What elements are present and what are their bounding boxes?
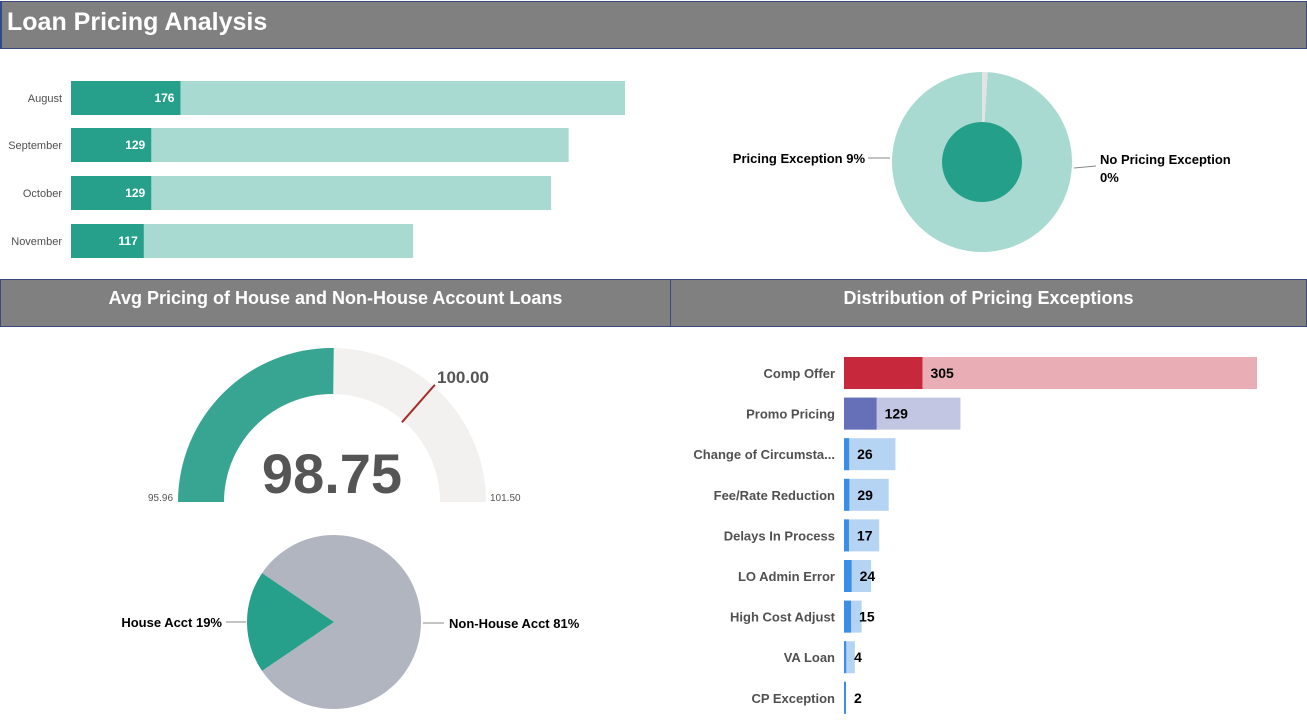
month-value-label: 129	[125, 186, 145, 200]
exception-category-label: Delays In Process	[724, 528, 835, 543]
exception-base-bar[interactable]	[844, 478, 850, 511]
exception-base-bar[interactable]	[844, 560, 852, 592]
exception-category-label: LO Admin Error	[738, 569, 835, 584]
exception-value-label: 26	[857, 446, 873, 462]
exception-base-bar[interactable]	[844, 438, 850, 471]
exception-category-label: Fee/Rate Reduction	[714, 488, 835, 503]
exception-value-label: 4	[854, 649, 862, 665]
gauge-target-label: 100.00	[437, 368, 489, 387]
exception-value-label: 29	[857, 487, 873, 503]
exception-value-label: 15	[859, 609, 875, 625]
month-value-label: 176	[154, 91, 174, 105]
month-label: September	[8, 140, 62, 152]
exception-base-bar[interactable]	[844, 641, 847, 674]
pricing-exception-pie[interactable]: Pricing Exception 9% No Pricing Exception…	[671, 0, 1307, 279]
house-acct-label: House Acct 19%	[121, 615, 222, 630]
month-label: November	[11, 236, 62, 248]
no-pricing-exception-pct: 0%	[1100, 170, 1119, 185]
gauge-min-label: 95.96	[148, 493, 173, 504]
exception-base-bar[interactable]	[844, 357, 923, 389]
distribution-section-title: Distribution of Pricing Exceptions	[843, 288, 1134, 308]
exception-category-label: Change of Circumsta...	[693, 447, 835, 462]
exception-category-label: CP Exception	[751, 691, 835, 706]
pricing-exception-inner[interactable]	[942, 122, 1022, 202]
exception-value-label: 24	[860, 568, 876, 584]
monthly-bar-chart[interactable]: August 176 September 129 October 129 November 1…	[0, 0, 671, 279]
leader-line	[1073, 165, 1097, 169]
gauge-max-label: 101.50	[490, 493, 521, 504]
month-value-label: 117	[118, 234, 138, 248]
non-house-acct-label: Non-House Acct 81%	[449, 616, 580, 631]
exception-category-label: Comp Offer	[764, 366, 836, 381]
exception-category-label: VA Loan	[784, 650, 835, 665]
exception-value-label: 2	[854, 690, 862, 706]
distribution-bar-chart[interactable]: Comp Offer 305 Promo Pricing 129 Change of C…	[671, 327, 1307, 728]
month-value-label: 129	[125, 138, 145, 152]
no-pricing-exception-label: No Pricing Exception	[1100, 152, 1231, 167]
gauge-section-title: Avg Pricing of House and Non-House Accou…	[108, 288, 563, 308]
gauge-section-header: Avg Pricing of House and Non-House Accou…	[0, 279, 671, 327]
exception-value-label: 17	[857, 527, 873, 543]
exception-base-bar[interactable]	[844, 600, 852, 633]
exception-value-label: 305	[930, 365, 954, 381]
distribution-section-header: Distribution of Pricing Exceptions	[671, 279, 1307, 327]
pricing-exception-label: Pricing Exception 9%	[733, 151, 866, 166]
exception-category-label: High Cost Adjust	[730, 610, 836, 625]
gauge-value: 98.75	[262, 442, 402, 505]
exception-base-bar[interactable]	[844, 397, 877, 430]
house-acct-pie[interactable]: House Acct 19% Non-House Acct 81%	[0, 517, 671, 728]
exception-category-label: Promo Pricing	[746, 407, 835, 422]
avg-pricing-gauge[interactable]: 100.00 98.75 95.96 101.50	[0, 327, 671, 517]
exception-base-bar[interactable]	[844, 519, 849, 552]
month-label: October	[23, 188, 62, 200]
exception-value-label: 129	[885, 406, 909, 422]
exception-base-bar[interactable]	[844, 681, 846, 714]
month-label: August	[28, 93, 62, 105]
